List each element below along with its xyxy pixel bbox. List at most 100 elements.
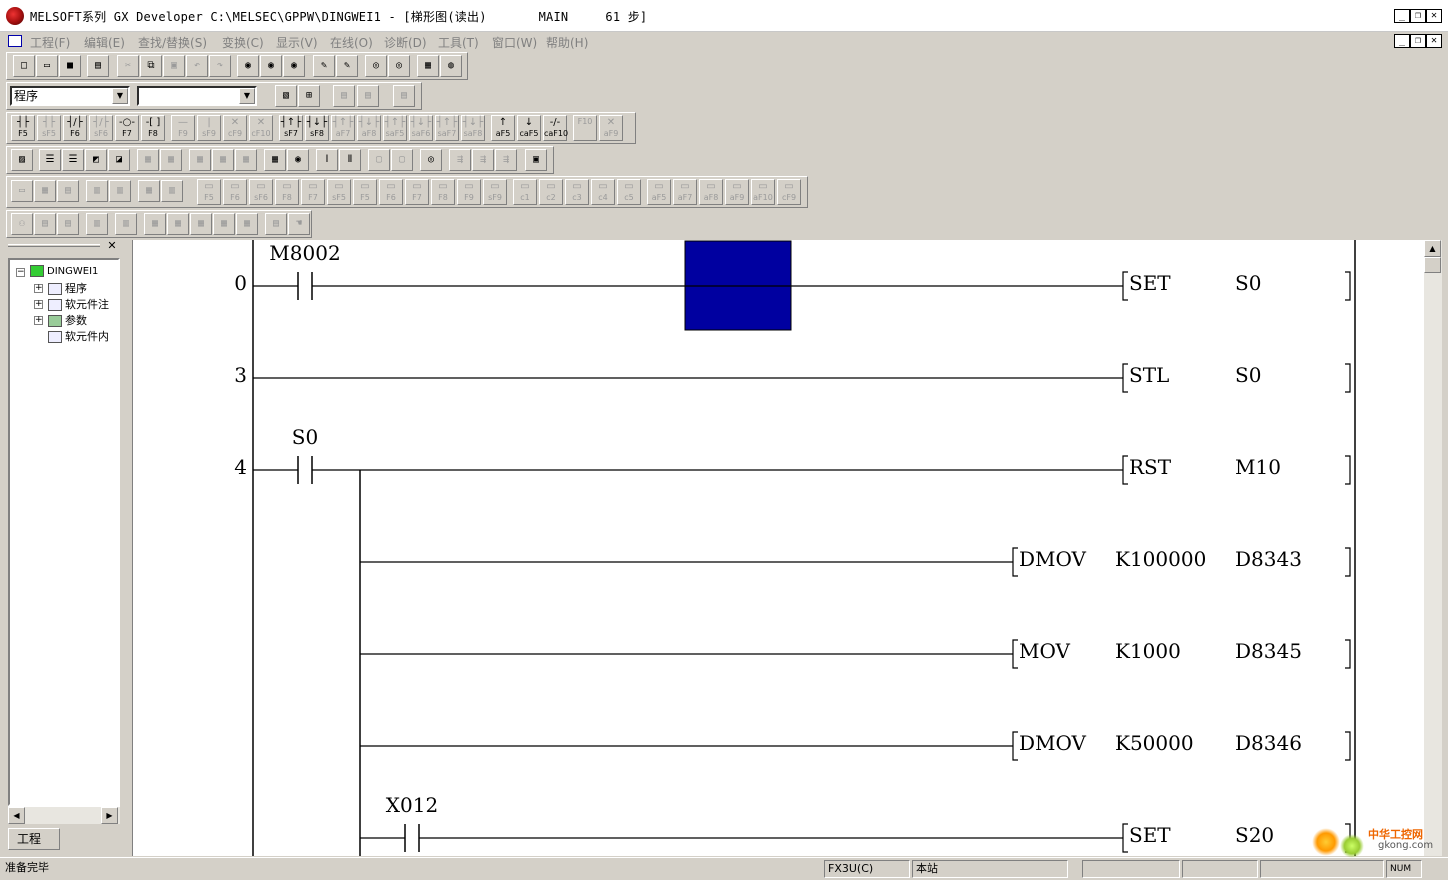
menu-convert[interactable]: 变换(C): [222, 34, 264, 51]
tab-project[interactable]: 工程: [8, 828, 60, 850]
ladder-vertical-scrollbar[interactable]: ▲: [1424, 240, 1442, 856]
ladder-key-12[interactable]: ┤↑├ aF7: [331, 115, 355, 141]
menu-help[interactable]: 帮助(H): [546, 34, 588, 51]
child-minimize-button[interactable]: _: [1394, 34, 1410, 48]
device-list-icon[interactable]: ▦: [264, 149, 286, 171]
expand-icon[interactable]: +: [34, 316, 43, 325]
note-icon[interactable]: ▤: [393, 85, 415, 107]
scroll-up-icon[interactable]: ▲: [1424, 240, 1441, 257]
scroll-left-icon[interactable]: ◀: [8, 807, 25, 824]
jump-icon[interactable]: Ⅰ: [316, 149, 338, 171]
sfc-key-18[interactable]: ▭ aF7: [673, 179, 697, 205]
scroll-right-icon[interactable]: ▶: [101, 807, 118, 824]
sfc-key-14[interactable]: ▭ c3: [565, 179, 589, 205]
sfc-key-19[interactable]: ▭ aF8: [699, 179, 723, 205]
alias-display-icon[interactable]: ▦: [160, 149, 182, 171]
read-plc-icon[interactable]: ✎: [336, 55, 358, 77]
menu-project[interactable]: 工程(F): [30, 34, 70, 51]
sfc-table-icon[interactable]: ▦: [138, 180, 160, 202]
sample2-icon[interactable]: ▦: [167, 213, 189, 235]
device-search-icon[interactable]: ◉: [237, 55, 259, 77]
ladder-key-13[interactable]: ┤↓├ aF8: [357, 115, 381, 141]
sfc-key-1[interactable]: ▭ F6: [223, 179, 247, 205]
sfc-key-0[interactable]: ▭ F5: [197, 179, 221, 205]
ladder-key-15[interactable]: ┤↓├ saF6: [409, 115, 433, 141]
sample-icon[interactable]: ▦: [144, 213, 166, 235]
comment-display-icon[interactable]: ▦: [137, 149, 159, 171]
monitor-mode-icon[interactable]: ◩: [85, 149, 107, 171]
ladder-mode-icon[interactable]: ▨: [11, 149, 33, 171]
chevron-down-icon[interactable]: ▼: [112, 88, 128, 104]
child-restore-button[interactable]: ❐: [1410, 34, 1426, 48]
tree-view-icon[interactable]: ⊞: [298, 85, 320, 107]
comment-icon[interactable]: ▤: [333, 85, 355, 107]
sfc-key-6[interactable]: ▭ F5: [353, 179, 377, 205]
write-plc-icon[interactable]: ✎: [313, 55, 335, 77]
minimize-button[interactable]: _: [1394, 9, 1410, 23]
ladder-key-9[interactable]: ✕ cF10: [249, 115, 273, 141]
new-icon[interactable]: □: [13, 55, 35, 77]
tree-item-parameter[interactable]: 参数: [48, 312, 87, 328]
ladder-key-8[interactable]: ✕ cF9: [223, 115, 247, 141]
menu-diagnostics[interactable]: 诊断(D): [384, 34, 427, 51]
sfc-key-2[interactable]: ▭ sF6: [249, 179, 273, 205]
window-icon[interactable]: ▣: [525, 149, 547, 171]
ladder-key-5[interactable]: -[ ] F8: [141, 115, 165, 141]
binoculars-icon[interactable]: ⚇: [11, 213, 33, 235]
sfc-key-17[interactable]: ▭ aF5: [647, 179, 671, 205]
sample4-icon[interactable]: ▦: [213, 213, 235, 235]
program-list-icon[interactable]: ▧: [275, 85, 297, 107]
sfc-icon[interactable]: ▦: [189, 149, 211, 171]
sfc-key-8[interactable]: ▭ F7: [405, 179, 429, 205]
ladder-key-20[interactable]: -/- caF10: [543, 115, 568, 141]
entry-monitor-icon[interactable]: ◍: [440, 55, 462, 77]
sfc-key-11[interactable]: ▭ sF9: [483, 179, 507, 205]
tree-horizontal-scrollbar[interactable]: ◀ ▶: [8, 806, 120, 824]
skip-icon[interactable]: ▥: [115, 213, 137, 235]
tree-item-device-memory[interactable]: 软元件内: [48, 328, 109, 344]
ladder-key-4[interactable]: -○- F7: [115, 115, 139, 141]
redo-icon[interactable]: ↷: [209, 55, 231, 77]
sample3-icon[interactable]: ▦: [190, 213, 212, 235]
ladder-key-10[interactable]: ┤↑├ sF7: [279, 115, 303, 141]
ladder-key-2[interactable]: ┤/├ F6: [63, 115, 87, 141]
sfc-key-3[interactable]: ▭ F8: [275, 179, 299, 205]
sample5-icon[interactable]: ▦: [236, 213, 258, 235]
instruction-search-icon[interactable]: ◉: [260, 55, 282, 77]
monitor-icon[interactable]: ◎: [365, 55, 387, 77]
monitor-write-icon[interactable]: ◎: [388, 55, 410, 77]
sfc-key-12[interactable]: ▭ c1: [513, 179, 537, 205]
arrange2-icon[interactable]: ⇶: [472, 149, 494, 171]
tree-item-device-comment[interactable]: 软元件注: [48, 296, 109, 312]
expand-icon[interactable]: +: [34, 284, 43, 293]
sfc-key-20[interactable]: ▭ aF9: [725, 179, 749, 205]
ladder-key-0[interactable]: ┤├ F5: [11, 115, 35, 141]
ladder-key-18[interactable]: ↑ aF5: [491, 115, 515, 141]
step-search-icon[interactable]: ◉: [283, 55, 305, 77]
paste-icon[interactable]: ▣: [163, 55, 185, 77]
expand-icon[interactable]: +: [34, 300, 43, 309]
sfc-key-15[interactable]: ▭ c4: [591, 179, 615, 205]
ladder-key-3[interactable]: ┤/├ sF6: [89, 115, 113, 141]
ladder-key-19[interactable]: ↓ caF5: [517, 115, 541, 141]
print-preview-icon[interactable]: ▤: [265, 213, 287, 235]
sfc-key-16[interactable]: ▭ c5: [617, 179, 641, 205]
hand-icon[interactable]: ☚: [288, 213, 310, 235]
cross-reference-icon[interactable]: ◉: [287, 149, 309, 171]
sfc-key-22[interactable]: ▭ cF9: [777, 179, 801, 205]
search-icon[interactable]: ◎: [420, 149, 442, 171]
sfc-key-4[interactable]: ▭ F7: [301, 179, 325, 205]
child-close-button[interactable]: ✕: [1426, 34, 1442, 48]
monitor-write-mode-icon[interactable]: ◪: [108, 149, 130, 171]
ladder-key-21[interactable]: F10: [573, 115, 597, 141]
menu-edit[interactable]: 编辑(E): [84, 34, 125, 51]
close-icon[interactable]: ✕: [106, 240, 118, 252]
print-icon[interactable]: ▤: [87, 55, 109, 77]
ladder-key-14[interactable]: ┤↑├ saF5: [383, 115, 407, 141]
ladder-key-6[interactable]: — F9: [171, 115, 195, 141]
scroll-thumb[interactable]: [1424, 257, 1441, 273]
ladder-key-1[interactable]: ┤├ sF5: [37, 115, 61, 141]
sfc-key-7[interactable]: ▭ F6: [379, 179, 403, 205]
ladder-key-22[interactable]: ✕ aF9: [599, 115, 623, 141]
sfc-key-10[interactable]: ▭ F9: [457, 179, 481, 205]
